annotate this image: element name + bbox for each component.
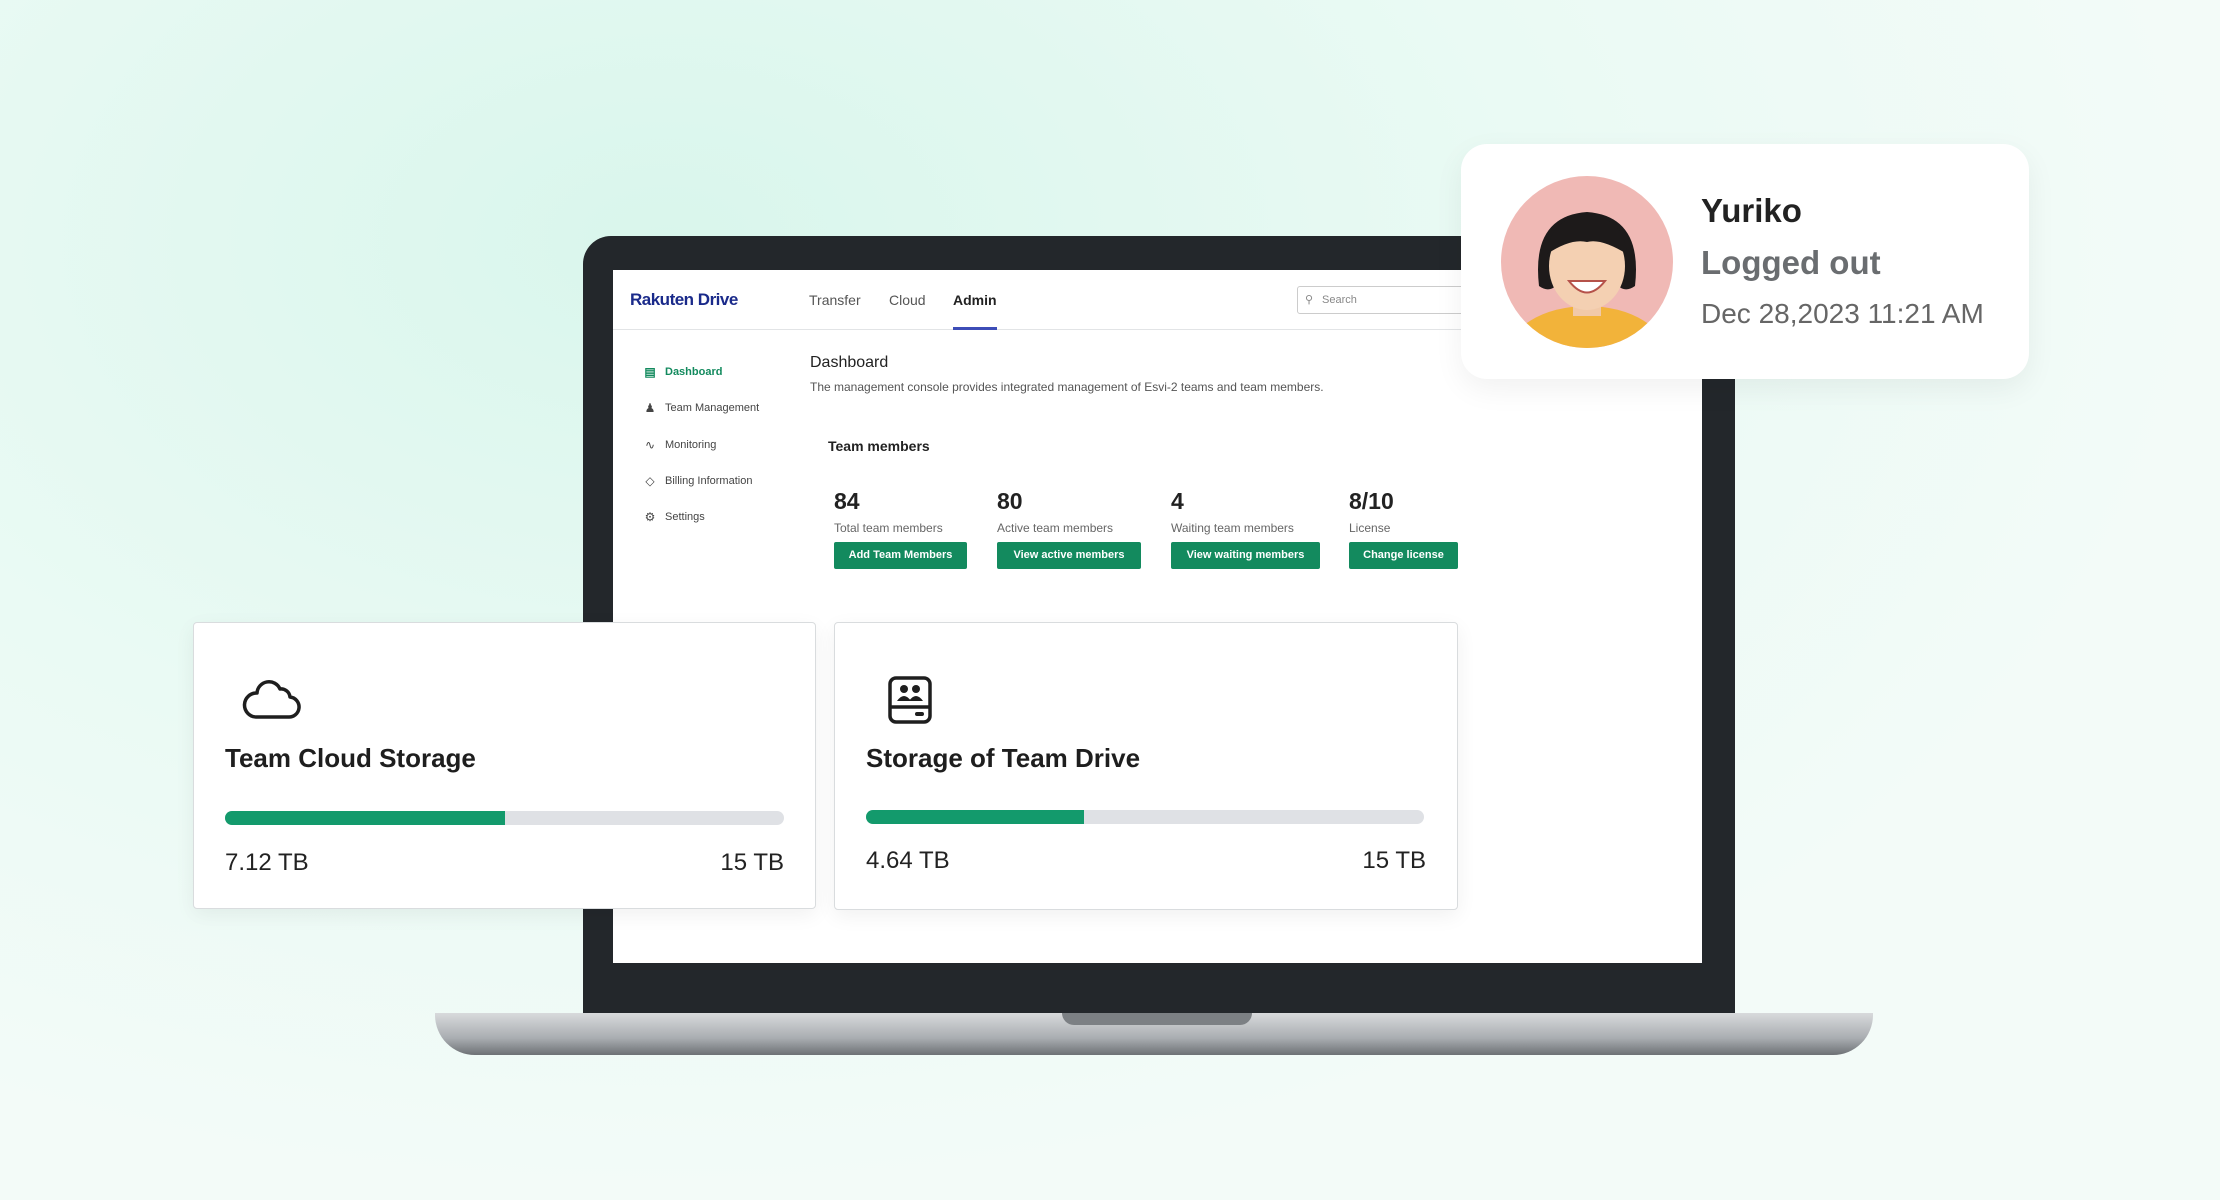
stat-active: 80 Active team members View active members (997, 488, 1141, 569)
dashboard-icon: ▤ (644, 365, 656, 379)
view-waiting-members-button[interactable]: View waiting members (1171, 542, 1320, 569)
sidebar-item-dashboard[interactable]: ▤ Dashboard (643, 365, 722, 379)
stat-label: Total team members (834, 521, 943, 535)
page-title: Dashboard (810, 354, 889, 371)
logo: Rakuten Drive (630, 290, 738, 309)
avatar (1501, 176, 1673, 348)
gear-icon: ⚙ (644, 510, 656, 524)
sidebar-item-label: Team Management (665, 402, 760, 414)
add-team-members-button[interactable]: Add Team Members (834, 542, 967, 569)
progress-fill (866, 810, 1084, 824)
tab-cloud[interactable]: Cloud (889, 292, 926, 308)
team-drive-storage-card: Storage of Team Drive 4.64 TB 15 TB (834, 622, 1458, 910)
sidebar-item-monitoring[interactable]: ∿ Monitoring (643, 438, 716, 452)
card-title: Storage of Team Drive (866, 743, 1141, 773)
sidebar-item-team-management[interactable]: ♟ Team Management (643, 401, 760, 415)
stat-value: 80 (997, 488, 1023, 514)
stat-value: 84 (834, 488, 860, 514)
page-description: The management console provides integrat… (810, 380, 1324, 394)
user-icon: ♟ (644, 401, 656, 415)
stat-license: 8/10 License Change license (1349, 488, 1458, 569)
user-status: Logged out (1701, 244, 1881, 281)
status-timestamp: Dec 28,2023 11:21 AM (1701, 298, 1984, 329)
total-storage: 15 TB (720, 849, 784, 876)
active-tab-indicator (953, 327, 997, 330)
sidebar-item-label: Monitoring (665, 439, 717, 451)
sidebar-item-label: Billing Information (665, 475, 753, 487)
tab-admin[interactable]: Admin (953, 292, 997, 308)
total-storage: 15 TB (1362, 847, 1426, 874)
storage-progress-bar (225, 811, 784, 825)
stat-value: 4 (1171, 488, 1184, 514)
stat-label: Active team members (997, 521, 1114, 535)
tab-transfer[interactable]: Transfer (809, 292, 861, 308)
laptop-notch (1062, 1013, 1252, 1025)
storage-progress-bar (866, 810, 1424, 824)
section-title: Team members (828, 438, 930, 454)
sidebar-item-label: Settings (665, 511, 705, 523)
used-storage: 7.12 TB (225, 849, 309, 876)
sidebar-item-label: Dashboard (665, 366, 723, 378)
progress-fill (225, 811, 505, 825)
cloud-icon (242, 680, 301, 719)
stat-value: 8/10 (1349, 488, 1394, 514)
team-drive-icon (888, 676, 932, 724)
stat-total: 84 Total team members Add Team Members (834, 488, 967, 569)
tag-icon: ◇ (645, 474, 655, 488)
search-icon: ⚲ (1305, 294, 1314, 306)
team-cloud-storage-card: Team Cloud Storage 7.12 TB 15 TB (193, 622, 816, 909)
pulse-icon: ∿ (644, 438, 656, 452)
view-active-members-button[interactable]: View active members (997, 542, 1141, 569)
user-name: Yuriko (1701, 192, 1802, 229)
card-title: Team Cloud Storage (225, 743, 476, 773)
user-photo (1508, 212, 1666, 348)
used-storage: 4.64 TB (866, 847, 950, 874)
stat-label: License (1349, 521, 1391, 535)
user-status-card: Yuriko Logged out Dec 28,2023 11:21 AM (1461, 144, 2029, 379)
search-placeholder: Search (1322, 294, 1357, 306)
sidebar-item-settings[interactable]: ⚙ Settings (643, 510, 705, 524)
sidebar-item-billing[interactable]: ◇ Billing Information (643, 474, 752, 488)
stat-label: Waiting team members (1171, 521, 1294, 535)
change-license-button[interactable]: Change license (1349, 542, 1458, 569)
stat-waiting: 4 Waiting team members View waiting member… (1171, 488, 1320, 569)
